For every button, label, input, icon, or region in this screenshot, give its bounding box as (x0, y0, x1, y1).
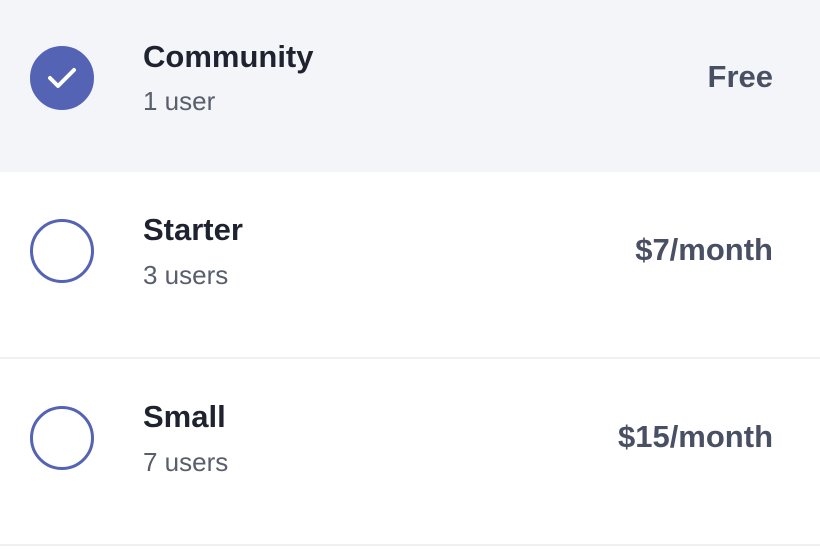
plan-list: Community 1 user Free Starter 3 users $7… (0, 0, 820, 550)
plan-price: $7/month (635, 232, 773, 267)
plan-radio-community[interactable] (30, 46, 94, 110)
plan-price: $15/month (617, 419, 773, 454)
plan-option-starter[interactable]: Starter 3 users $7/month (0, 172, 820, 359)
plan-users: 1 user (143, 86, 216, 116)
plan-name: Community (143, 39, 314, 74)
plan-option-small[interactable]: Small 7 users $15/month (0, 359, 820, 546)
plan-name: Starter (143, 212, 243, 247)
plan-price: Free (707, 59, 773, 94)
plan-radio-small[interactable] (30, 406, 94, 470)
plan-users: 7 users (143, 447, 229, 477)
plan-name: Small (143, 399, 226, 434)
plan-radio-starter[interactable] (30, 219, 94, 283)
plan-option-community[interactable]: Community 1 user Free (0, 0, 820, 172)
plan-users: 3 users (143, 260, 229, 290)
check-icon (48, 68, 76, 88)
